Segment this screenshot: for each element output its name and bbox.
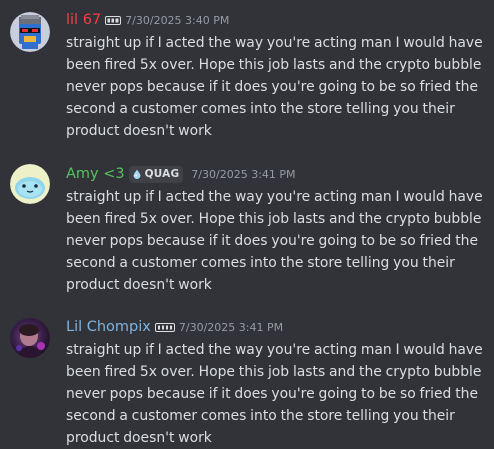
- user-avatar-amy[interactable]: [10, 164, 50, 204]
- message-timestamp: 7/30/2025 3:40 PM: [125, 13, 230, 27]
- guild-tag-label: QUAG: [144, 168, 180, 180]
- user-avatar-lil-chompix[interactable]: [10, 318, 50, 358]
- message-header: Amy <3 QUAG 7/30/2025 3:41 PM: [66, 164, 296, 184]
- server-tag-icon[interactable]: [105, 15, 122, 25]
- chat-message-list: lil 67 7/30/2025 3:40 PM straight up if …: [0, 0, 494, 449]
- message-timestamp: 7/30/2025 3:41 PM: [178, 320, 284, 334]
- user-avatar-lil-67[interactable]: [10, 12, 50, 52]
- message-content: straight up if I acted the way you're ac…: [66, 35, 483, 139]
- message-timestamp: 7/30/2025 3:41 PM: [191, 167, 296, 181]
- purple-photo-avatar: [10, 318, 50, 358]
- server-tag-icon[interactable]: [154, 322, 175, 332]
- blue-ghost-avatar: [10, 164, 50, 204]
- message-header: Lil Chompix 7/30/2025 3:41 PM: [66, 317, 283, 337]
- droplet-icon: [133, 169, 141, 179]
- message-content: straight up if I acted the way you're ac…: [66, 342, 483, 446]
- message-header: lil 67 7/30/2025 3:40 PM: [66, 10, 229, 30]
- message-author[interactable]: lil 67: [66, 12, 101, 28]
- guild-tag-badge[interactable]: QUAG: [128, 165, 184, 183]
- blue-penguin-sunglasses-avatar: [10, 12, 50, 52]
- message-author[interactable]: Amy <3: [66, 166, 125, 182]
- message-author[interactable]: Lil Chompix: [66, 319, 151, 335]
- message-content: straight up if I acted the way you're ac…: [66, 189, 483, 293]
